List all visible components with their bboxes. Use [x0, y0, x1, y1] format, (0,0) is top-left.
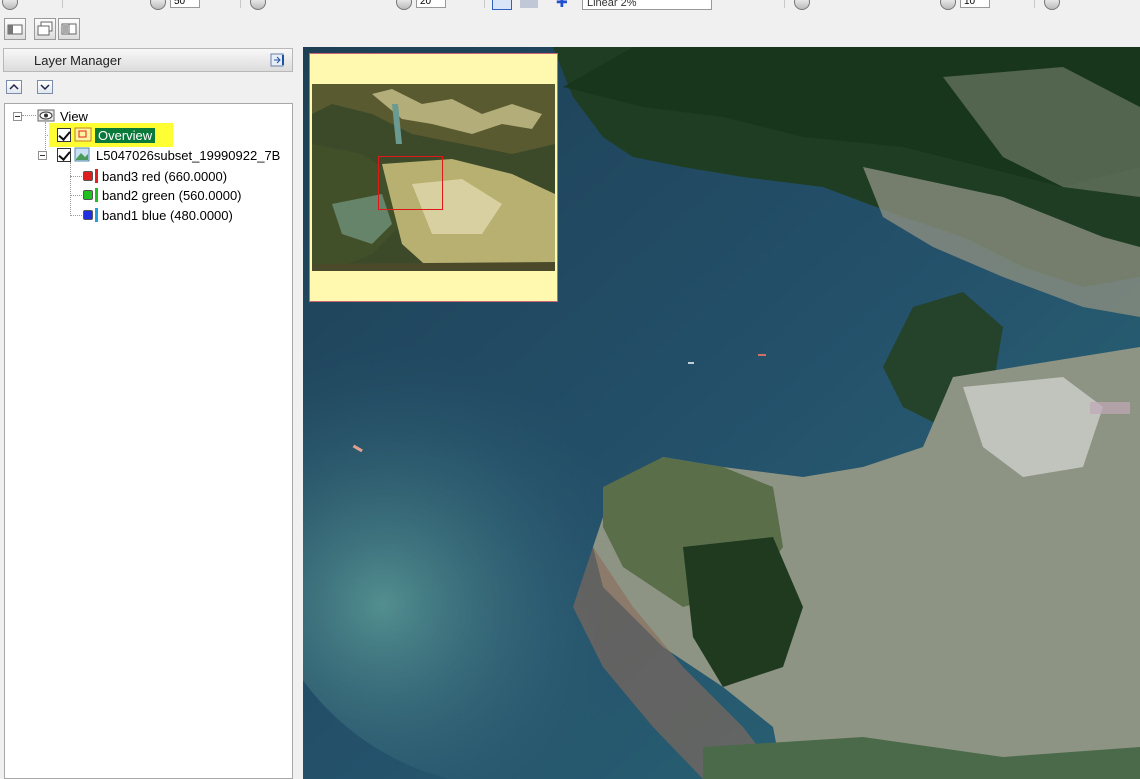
- secondary-toolbar: [0, 14, 300, 44]
- green-band-bar: [95, 188, 98, 202]
- tree-connector: [70, 195, 82, 197]
- overview-label: Overview: [95, 127, 156, 143]
- extent-box[interactable]: [378, 156, 443, 210]
- brightness-icon[interactable]: [2, 0, 18, 10]
- refresh-icon[interactable]: [1004, 0, 1022, 8]
- red-band-bar: [95, 169, 98, 183]
- red-band-icon: [83, 171, 93, 181]
- plus-icon[interactable]: ✚: [556, 0, 574, 10]
- tree-node-band-red[interactable]: band3 red (660.0000): [83, 167, 227, 185]
- tree-node-overview[interactable]: Overview: [57, 126, 156, 144]
- green-band-icon: [83, 190, 93, 200]
- blue-band-icon: [83, 210, 93, 220]
- stretch-select[interactable]: Linear 2%: [582, 0, 712, 10]
- collapse-all-button[interactable]: [6, 80, 22, 94]
- collapse-toggle[interactable]: [38, 150, 47, 160]
- transparency-value-field[interactable]: 10: [960, 0, 990, 8]
- overview-window[interactable]: [309, 53, 558, 302]
- image-checkbox[interactable]: [57, 148, 71, 162]
- layer-manager-header: Layer Manager: [3, 48, 293, 72]
- tree-connector: [70, 176, 82, 178]
- tree-connector: [70, 162, 72, 216]
- contrast-icon[interactable]: [250, 0, 266, 10]
- overview-layer-icon: [74, 127, 92, 143]
- pan-tool-icon[interactable]: [520, 0, 538, 8]
- blue-band-bar: [95, 208, 98, 222]
- band-blue-label: band1 blue (480.0000): [102, 207, 233, 223]
- band-red-label: band3 red (660.0000): [102, 168, 228, 184]
- single-view-icon[interactable]: [4, 18, 26, 40]
- layer-tree: View Overview L5047026subset_19990922_7B…: [4, 103, 293, 779]
- toolbar-separator: [484, 0, 485, 8]
- opacity-icon[interactable]: [794, 0, 810, 10]
- expand-all-button[interactable]: [37, 80, 53, 94]
- overview-thumbnail[interactable]: [312, 84, 555, 271]
- histogram-icon[interactable]: [752, 0, 770, 8]
- toolbar-separator: [240, 0, 241, 8]
- image-layer-label: L5047026subset_19990922_7B: [96, 147, 281, 163]
- new-view-icon[interactable]: [34, 18, 56, 40]
- sharpen-icon[interactable]: [396, 0, 412, 10]
- collapse-toggle[interactable]: [13, 111, 22, 121]
- tree-node-band-blue[interactable]: band1 blue (480.0000): [83, 206, 233, 224]
- tree-connector: [70, 215, 82, 217]
- main-toolbar: 50 20 ✚ Linear 2% 10: [0, 0, 1140, 10]
- pin-panel-icon[interactable]: [270, 52, 286, 68]
- refresh-icon[interactable]: [212, 0, 230, 8]
- reset-icon[interactable]: [456, 0, 474, 8]
- eye-icon: [36, 108, 58, 124]
- split-view-icon[interactable]: [58, 18, 80, 40]
- sharpen-value-field[interactable]: 20: [416, 0, 446, 8]
- slider-tick: [62, 0, 63, 8]
- tree-node-image[interactable]: L5047026subset_19990922_7B: [38, 146, 280, 164]
- refresh-icon[interactable]: [722, 0, 740, 8]
- zoom-tool-icon[interactable]: [492, 0, 512, 10]
- raster-icon: [74, 147, 92, 163]
- overview-checkbox[interactable]: [57, 128, 71, 142]
- transparency-icon[interactable]: [940, 0, 956, 10]
- brightness-value-field[interactable]: 50: [170, 0, 200, 8]
- band-green-label: band2 green (560.0000): [102, 187, 242, 203]
- toolbar-separator: [784, 0, 785, 8]
- view-label: View: [60, 108, 88, 124]
- flicker-icon[interactable]: [1044, 0, 1060, 10]
- toolbar-separator: [1034, 0, 1035, 8]
- tree-node-band-green[interactable]: band2 green (560.0000): [83, 186, 242, 204]
- brightness-reset-icon[interactable]: [150, 0, 166, 10]
- layer-manager-title: Layer Manager: [34, 53, 122, 68]
